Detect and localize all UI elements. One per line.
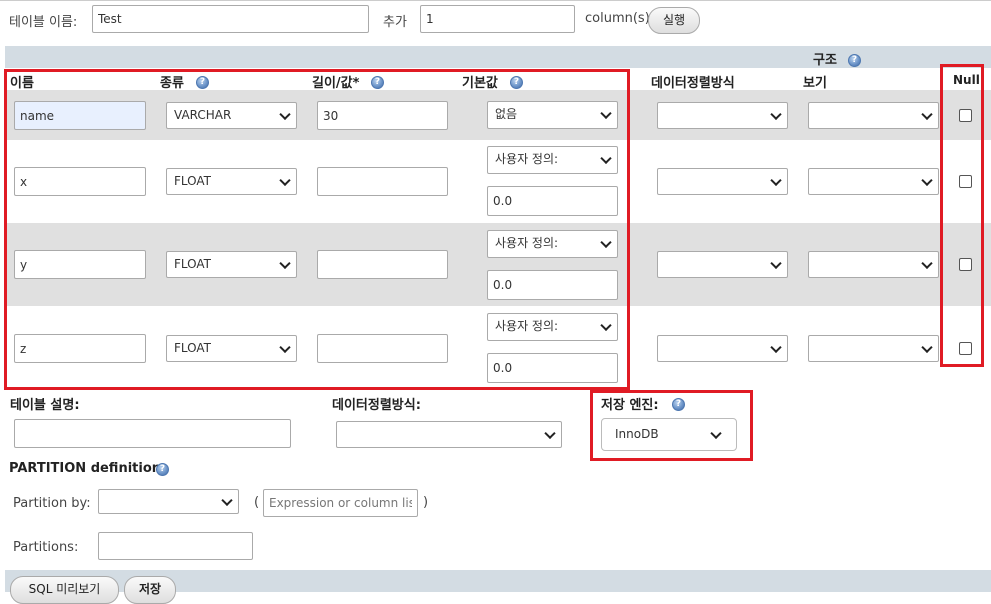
chevron-down-icon — [770, 257, 782, 269]
partition-title: PARTITION definition: — [9, 461, 167, 476]
partition-by-select[interactable] — [98, 489, 239, 514]
column-collation-select[interactable] — [657, 102, 788, 129]
column-attributes-select[interactable] — [808, 102, 939, 129]
header-attributes: 보기 — [803, 76, 827, 91]
table-name-input[interactable] — [92, 5, 369, 33]
columns-label: column(s) — [585, 11, 650, 26]
structure-header-bar — [5, 46, 991, 68]
column-collation-select[interactable] — [657, 251, 788, 278]
partition-help-icon[interactable]: ? — [156, 463, 169, 476]
table-comment-input[interactable] — [14, 419, 291, 448]
go-button[interactable]: 실행 — [648, 7, 700, 34]
column-collation-select[interactable] — [657, 335, 788, 362]
highlight-box-column-definitions — [4, 69, 630, 390]
save-button[interactable]: 저장 — [124, 576, 176, 604]
table-collation-select[interactable] — [336, 421, 562, 448]
chevron-down-icon — [770, 174, 782, 186]
partitions-label: Partitions: — [13, 540, 79, 555]
chevron-down-icon — [921, 341, 933, 353]
highlight-box-null-column — [940, 64, 984, 367]
column-collation-select[interactable] — [657, 168, 788, 195]
column-attributes-select[interactable] — [808, 335, 939, 362]
chevron-down-icon — [921, 108, 933, 120]
column-attributes-select[interactable] — [808, 251, 939, 278]
open-paren: ( — [254, 495, 260, 510]
add-label: 추가 — [383, 15, 407, 30]
close-paren: ) — [423, 495, 429, 510]
column-attributes-select[interactable] — [808, 168, 939, 195]
structure-title: 구조 — [813, 53, 837, 68]
header-collation: 데이터정렬방식 — [651, 76, 735, 91]
table-collation-label: 데이터정렬방식: — [332, 398, 421, 413]
chevron-down-icon — [544, 427, 556, 439]
chevron-down-icon — [921, 257, 933, 269]
chevron-down-icon — [770, 341, 782, 353]
partition-by-label: Partition by: — [13, 496, 91, 511]
partitions-input[interactable] — [98, 532, 253, 560]
top-border — [0, 0, 991, 1]
chevron-down-icon — [770, 108, 782, 120]
structure-help-icon[interactable]: ? — [848, 54, 861, 67]
table-name-label: 테이블 이름: — [9, 15, 78, 30]
partition-expression-input[interactable] — [263, 489, 418, 517]
highlight-box-storage-engine — [590, 390, 753, 461]
chevron-down-icon — [221, 494, 233, 506]
table-comment-label: 테이블 설명: — [10, 398, 80, 413]
add-column-count-input[interactable] — [420, 5, 575, 33]
chevron-down-icon — [921, 174, 933, 186]
sql-preview-button[interactable]: SQL 미리보기 — [10, 576, 119, 604]
